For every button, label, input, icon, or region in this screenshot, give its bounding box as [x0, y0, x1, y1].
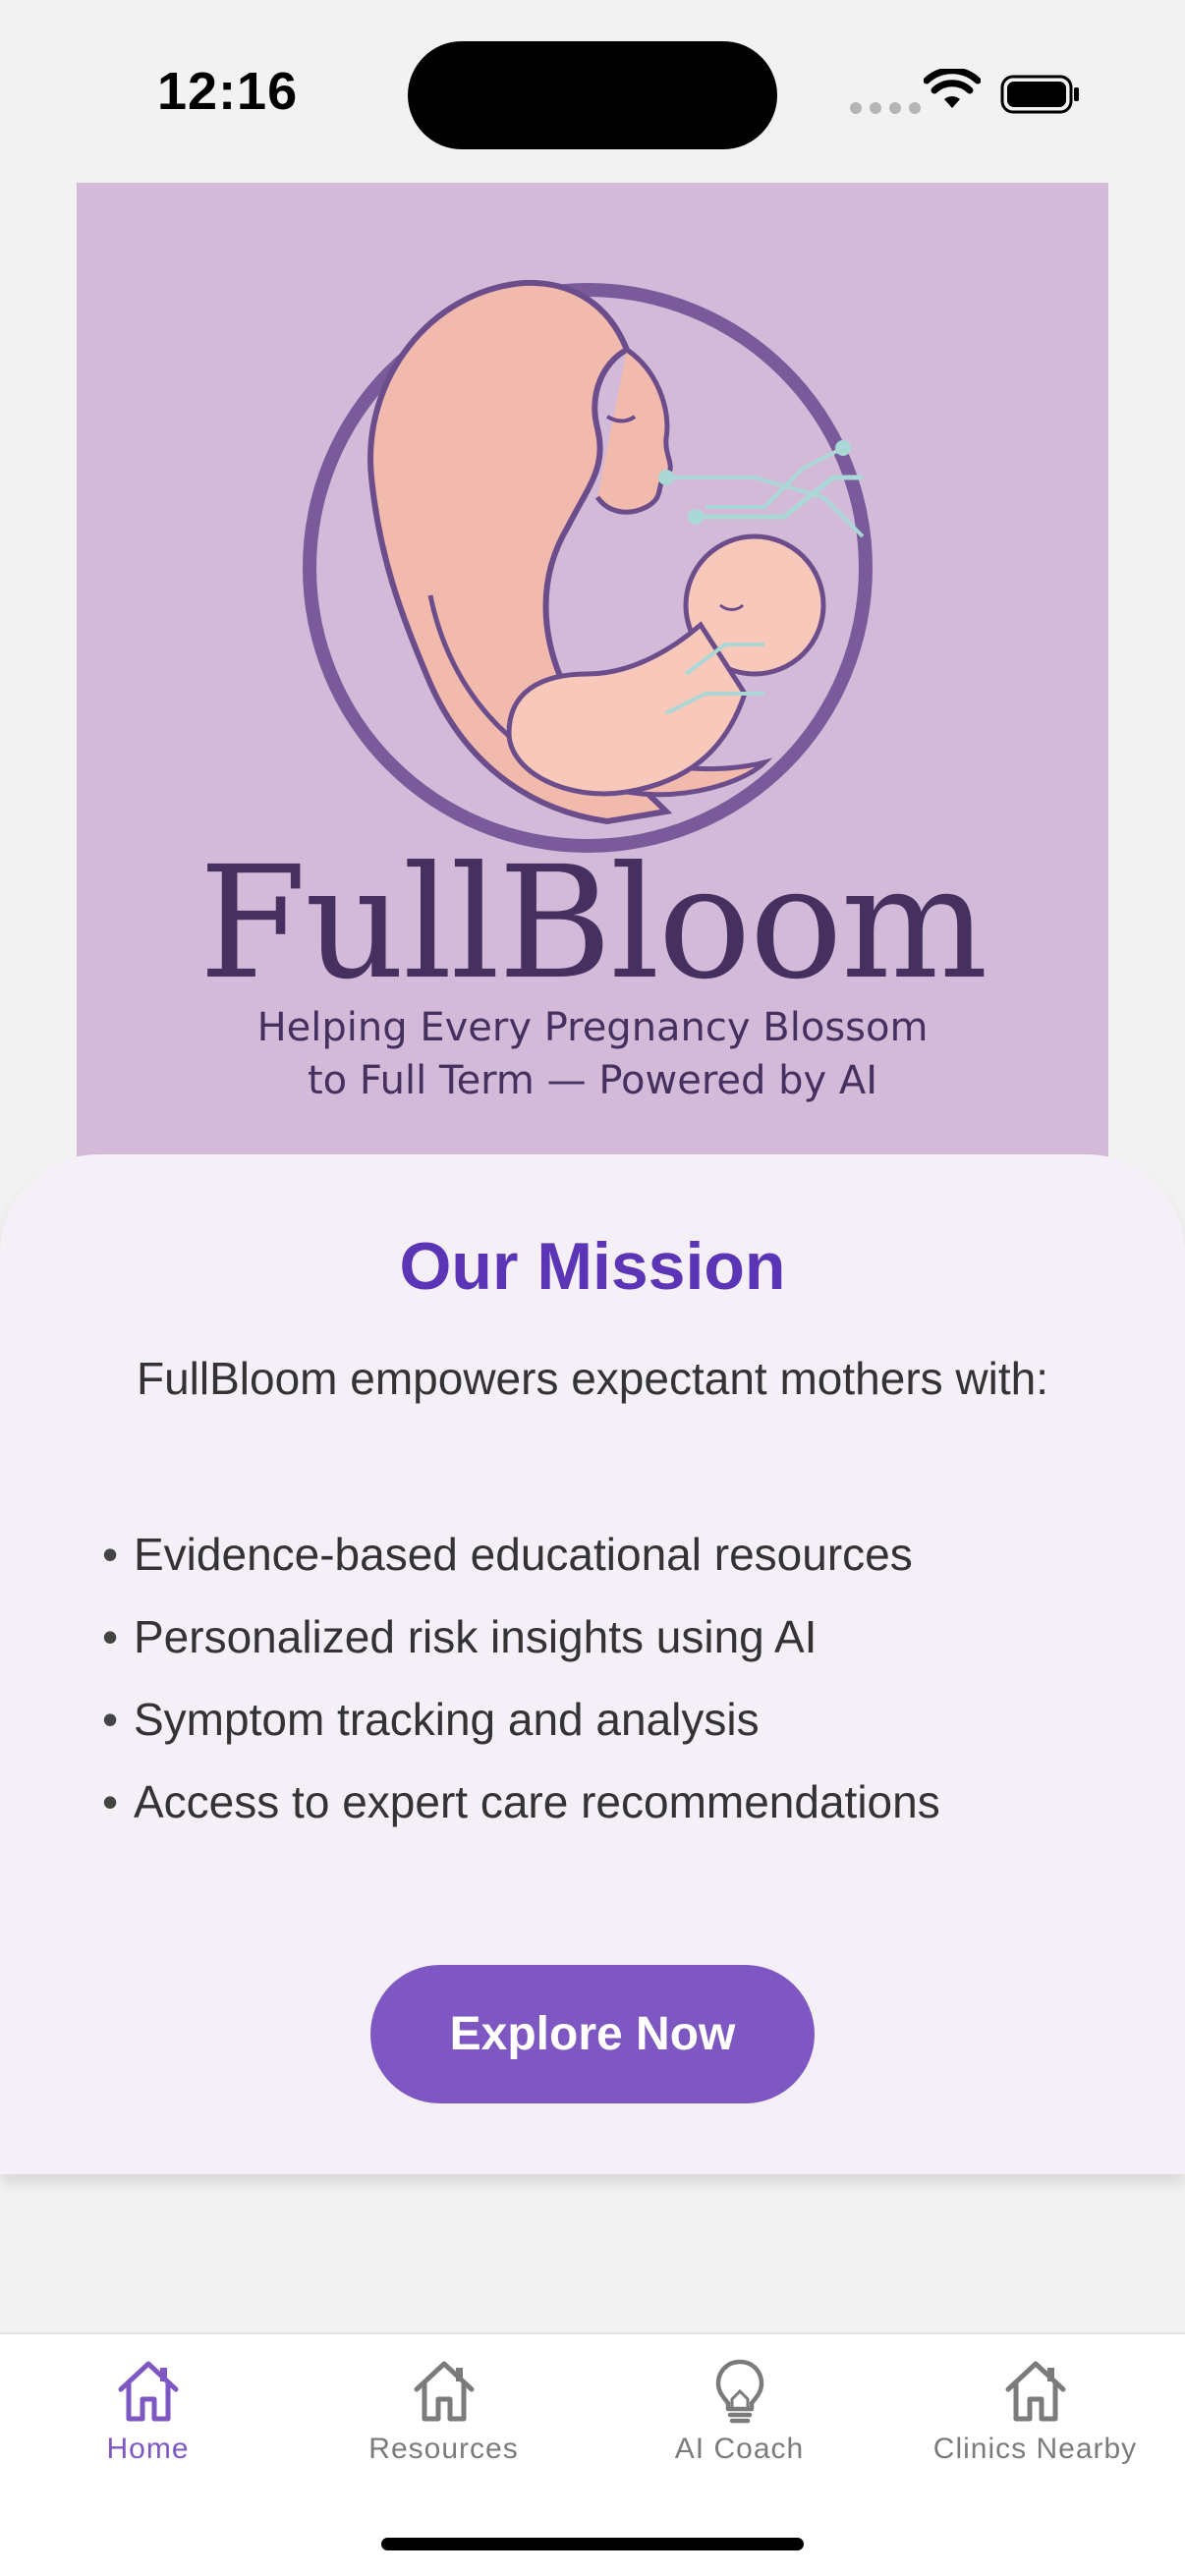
list-item: • Access to expert care recommendations	[102, 1761, 940, 1843]
tab-ai-coach[interactable]: AI Coach	[592, 2334, 887, 2492]
bullet: •	[102, 1529, 119, 1580]
explore-now-button[interactable]: Explore Now	[370, 1965, 815, 2103]
hero-banner: FullBloom Helping Every Pregnancy Blosso…	[77, 183, 1108, 1175]
brand-wordmark: FullBloom	[198, 833, 988, 1014]
mission-list: • Evidence-based educational resources • P…	[102, 1513, 940, 1843]
dynamic-island	[408, 41, 777, 149]
battery-icon	[1000, 75, 1079, 114]
list-item: • Personalized risk insights using AI	[102, 1596, 940, 1678]
bullet: •	[102, 1611, 119, 1662]
tagline-line-2: to Full Term — Powered by AI	[307, 1058, 878, 1103]
lightbulb-icon	[715, 2359, 764, 2424]
mission-card: Our Mission FullBloom empowers expectant…	[0, 1154, 1185, 2174]
bullet: •	[102, 1694, 119, 1745]
tab-home-label: Home	[106, 2433, 190, 2465]
status-bar: 12:16	[0, 0, 1185, 177]
list-item: • Symptom tracking and analysis	[102, 1678, 940, 1761]
tagline-line-1: Helping Every Pregnancy Blossom	[256, 1005, 929, 1050]
list-item-text: Personalized risk insights using AI	[134, 1611, 818, 1662]
mission-intro: FullBloom empowers expectant mothers wit…	[136, 1353, 1049, 1404]
home-icon	[118, 2361, 179, 2422]
list-item: • Evidence-based educational resources	[102, 1513, 940, 1596]
brand-tagline: Helping Every Pregnancy Blossom to Full …	[77, 1001, 1108, 1107]
tab-clinics-nearby-label: Clinics Nearby	[932, 2433, 1138, 2465]
tab-resources-label: Resources	[368, 2433, 519, 2465]
home-screen: 12:16 FullBloom Helping Every Pregnancy …	[0, 0, 1185, 2576]
list-item-text: Symptom tracking and analysis	[134, 1694, 760, 1745]
mission-title: Our Mission	[399, 1229, 786, 1304]
status-time: 12:16	[157, 62, 299, 121]
tab-clinics-nearby[interactable]: Clinics Nearby	[887, 2334, 1183, 2492]
list-item-text: Access to expert care recommendations	[134, 1776, 940, 1827]
wifi-icon	[924, 69, 981, 108]
tab-home[interactable]: Home	[0, 2334, 296, 2492]
home-icon	[414, 2361, 475, 2422]
home-indicator[interactable]	[381, 2538, 804, 2550]
tab-ai-coach-label: AI Coach	[674, 2433, 805, 2465]
list-item-text: Evidence-based educational resources	[134, 1529, 913, 1580]
home-icon	[1005, 2361, 1066, 2422]
cellular-signal-icon	[850, 102, 921, 114]
tab-resources[interactable]: Resources	[296, 2334, 592, 2492]
bullet: •	[102, 1776, 119, 1827]
